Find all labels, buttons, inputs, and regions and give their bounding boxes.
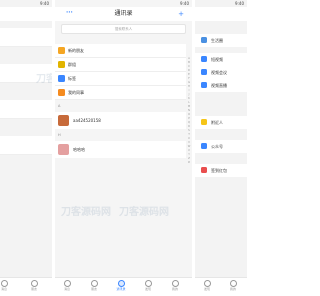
contacts-tab-icon bbox=[117, 280, 125, 287]
left-watermark: 刀客源码网 bbox=[36, 74, 52, 85]
discover-tab-icon bbox=[144, 280, 152, 287]
status-bar: 9:40 bbox=[55, 0, 192, 7]
moments-icon bbox=[201, 37, 207, 43]
watermark: 刀客源码网 bbox=[61, 207, 111, 218]
chat-tab-icon bbox=[0, 280, 8, 287]
tab-friends[interactable]: 朋友 bbox=[84, 280, 104, 292]
page-title: 通讯录 bbox=[114, 10, 133, 17]
title-bar: ··· 通讯录 + bbox=[55, 7, 192, 21]
discover-tab-icon bbox=[203, 280, 211, 287]
group-icon bbox=[58, 61, 65, 68]
discover-item-live[interactable]: 视频直播 bbox=[195, 79, 247, 92]
add-contact-button[interactable]: + bbox=[178, 7, 184, 21]
right-tab[interactable]: 我的 bbox=[223, 280, 243, 292]
colleagues-item[interactable]: 我的同事 bbox=[55, 86, 186, 100]
contact-row[interactable]: 哈哈哈 bbox=[55, 141, 186, 158]
tab-messages[interactable]: 消息 bbox=[57, 280, 77, 292]
alphabet-index[interactable]: A B C D E F G H I J K L M N O P Q R S T U V W X Y Z # bbox=[187, 57, 191, 165]
avatar bbox=[58, 144, 69, 155]
me-tab-icon bbox=[171, 280, 179, 287]
groups-item[interactable]: 群组 bbox=[55, 58, 186, 72]
left-title-bar bbox=[0, 7, 52, 21]
colleague-icon bbox=[58, 89, 65, 96]
status-time: 9:40 bbox=[180, 1, 189, 6]
left-tab[interactable]: 消息 bbox=[0, 280, 14, 292]
watermark: 刀客源码网 bbox=[119, 207, 169, 218]
right-tab[interactable]: 发现 bbox=[197, 280, 217, 292]
chat-tab-icon bbox=[63, 280, 71, 287]
short-video-icon bbox=[201, 56, 207, 62]
discover-item-nearby[interactable]: 附近人 bbox=[195, 116, 247, 129]
tag-icon bbox=[58, 75, 65, 82]
left-list-item[interactable] bbox=[0, 100, 52, 119]
new-friend-icon bbox=[58, 47, 65, 54]
live-icon bbox=[201, 82, 207, 88]
avatar bbox=[58, 115, 69, 126]
contacts-screen: 9:40 ··· 通讯录 + 搜索联系人 新的朋友 群组 标签 我的同事 A a… bbox=[55, 0, 192, 296]
discover-item-checkin[interactable]: 签到红包 bbox=[195, 164, 247, 177]
me-tab-icon bbox=[229, 280, 237, 287]
section-header-a: A bbox=[58, 104, 61, 108]
tab-me[interactable]: 我的 bbox=[165, 280, 185, 292]
discover-item-video-meeting[interactable]: 视频会议 bbox=[195, 66, 247, 79]
new-friends-item[interactable]: 新的朋友 bbox=[55, 44, 186, 58]
left-screen: 9:40 刀客源码网 消息 朋友 bbox=[0, 0, 52, 296]
checkin-redpacket-icon bbox=[201, 167, 207, 173]
right-status-bar: 9:40 bbox=[235, 1, 244, 6]
left-status-bar: 9:40 bbox=[40, 1, 49, 6]
friends-tab-icon bbox=[90, 280, 98, 287]
official-account-icon bbox=[201, 143, 207, 149]
search-input[interactable]: 搜索联系人 bbox=[61, 24, 186, 34]
section-header-h: H bbox=[58, 133, 61, 137]
tab-contacts[interactable]: 通讯录 bbox=[111, 280, 131, 292]
contact-row[interactable]: aa424520158 bbox=[55, 112, 186, 129]
discover-item-official-account[interactable]: 公众号 bbox=[195, 140, 247, 153]
left-tab[interactable]: 朋友 bbox=[24, 280, 44, 292]
discover-screen: 9:40 生活圈 短视频 视频会议 视频直播 附近人 公众号 签到红包 发现 我… bbox=[195, 0, 247, 296]
nearby-icon bbox=[201, 119, 207, 125]
right-tab-bar: 发现 我的 bbox=[195, 277, 247, 296]
tab-discover[interactable]: 发现 bbox=[138, 280, 158, 292]
tags-item[interactable]: 标签 bbox=[55, 72, 186, 86]
index-letter[interactable]: # bbox=[187, 161, 191, 165]
left-list-item[interactable] bbox=[0, 136, 52, 155]
right-title-bar bbox=[195, 7, 247, 21]
video-meeting-icon bbox=[201, 69, 207, 75]
friends-tab-icon bbox=[30, 280, 38, 287]
discover-item-moments[interactable]: 生活圈 bbox=[195, 34, 247, 47]
discover-item-short-video[interactable]: 短视频 bbox=[195, 53, 247, 66]
left-tab-bar: 消息 朋友 bbox=[0, 277, 52, 296]
left-list-item[interactable] bbox=[0, 28, 52, 47]
tab-bar: 消息 朋友 通讯录 发现 我的 bbox=[55, 277, 192, 296]
